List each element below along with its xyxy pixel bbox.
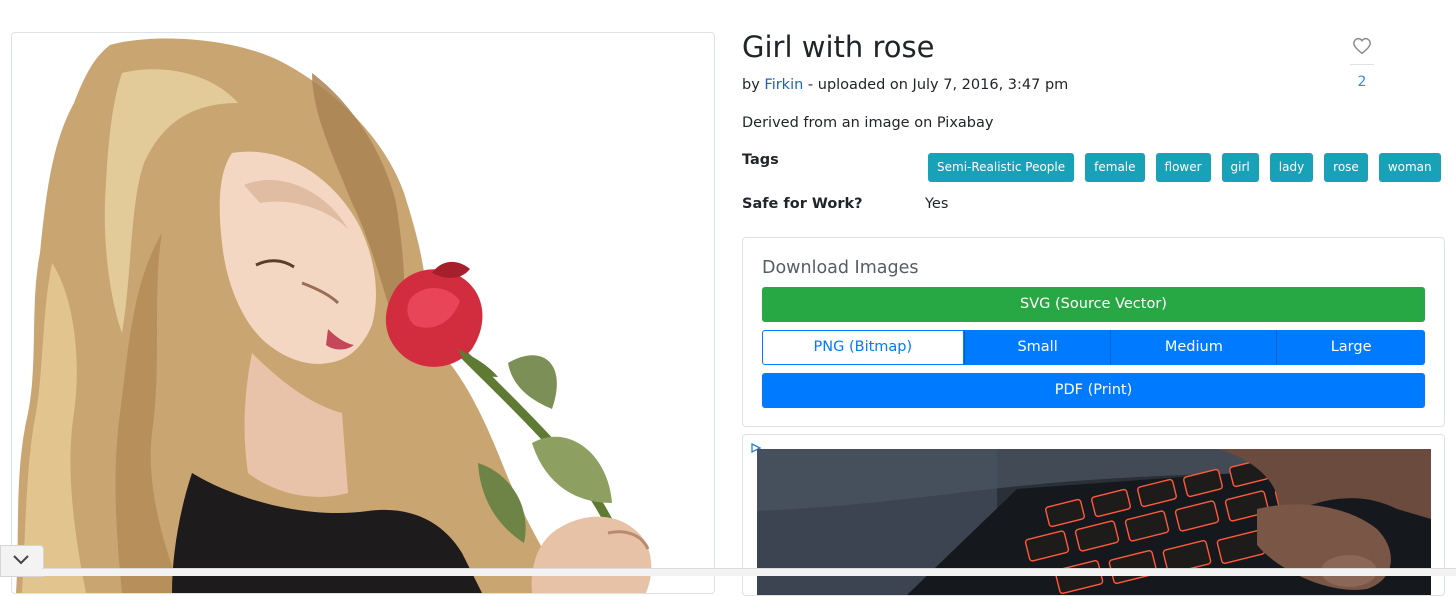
chevron-down-icon — [13, 555, 29, 565]
download-panel: Download Images SVG (Source Vector) PNG … — [742, 237, 1445, 427]
download-png-large-button[interactable]: Large — [1276, 330, 1426, 365]
girl-with-rose-illustration — [16, 38, 652, 593]
tag-rose[interactable]: rose — [1324, 153, 1368, 182]
tag-list: Semi-Realistic People female flower girl… — [928, 153, 1441, 182]
favorite-divider — [1350, 64, 1374, 65]
description: Derived from an image on Pixabay — [742, 115, 994, 131]
sfw-value: Yes — [925, 196, 949, 212]
download-png-medium-button[interactable]: Medium — [1110, 330, 1277, 365]
sfw-label: Safe for Work? — [742, 196, 863, 212]
favorite-count[interactable]: 2 — [1350, 74, 1374, 90]
download-svg-button[interactable]: SVG (Source Vector) — [762, 287, 1425, 322]
tag-female[interactable]: female — [1085, 153, 1145, 182]
author-link[interactable]: Firkin — [764, 77, 803, 93]
artwork-image — [11, 32, 715, 594]
collapse-toggle[interactable] — [0, 545, 44, 577]
tag-flower[interactable]: flower — [1155, 153, 1211, 182]
download-title: Download Images — [762, 258, 919, 278]
download-pdf-button[interactable]: PDF (Print) — [762, 373, 1425, 408]
tag-semi-realistic-people[interactable]: Semi-Realistic People — [928, 153, 1075, 182]
png-bitmap-button[interactable]: PNG (Bitmap) — [762, 330, 964, 365]
upload-date: - uploaded on July 7, 2016, 3:47 pm — [807, 77, 1069, 93]
page-title: Girl with rose — [742, 30, 935, 64]
byline-prefix: by — [742, 77, 760, 93]
heart-icon[interactable] — [1352, 37, 1372, 55]
download-png-small-button[interactable]: Small — [963, 330, 1111, 365]
tag-lady[interactable]: lady — [1269, 153, 1314, 182]
png-button-group: PNG (Bitmap) Small Medium Large — [762, 330, 1426, 365]
tag-girl[interactable]: girl — [1221, 153, 1259, 182]
byline: by Firkin - uploaded on July 7, 2016, 3:… — [742, 77, 1068, 93]
tags-label: Tags — [742, 152, 779, 168]
tag-woman[interactable]: woman — [1378, 153, 1441, 182]
